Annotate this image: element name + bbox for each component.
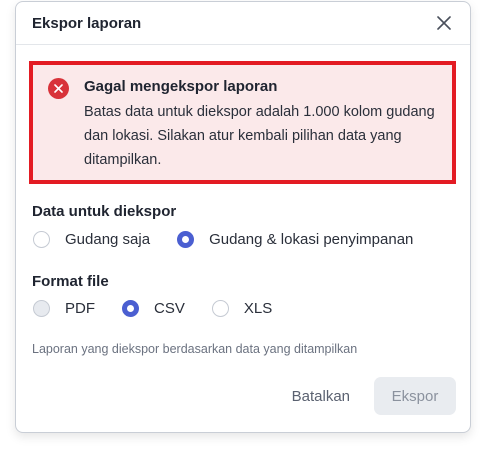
data-radio-group: Gudang saja Gudang & lokasi penyimpanan — [33, 231, 413, 248]
radio-label: Gudang & lokasi penyimpanan — [209, 231, 414, 248]
radio-label: Gudang saja — [65, 231, 151, 248]
radio-option-gudang-lokasi[interactable]: Gudang & lokasi penyimpanan — [177, 231, 413, 248]
alert-body: Gagal mengekspor laporan Batas data untu… — [84, 77, 444, 180]
dialog-header: Ekspor laporan — [16, 2, 470, 45]
radio-button[interactable] — [33, 300, 50, 317]
dialog-footer: Batalkan Ekspor — [292, 377, 456, 415]
dialog-title: Ekspor laporan — [32, 14, 142, 32]
cancel-button[interactable]: Batalkan — [292, 388, 350, 405]
error-x-icon — [48, 78, 69, 99]
format-radio-group: PDF CSV XLS — [33, 300, 272, 317]
error-alert: Gagal mengekspor laporan Batas data untu… — [29, 61, 456, 184]
format-section-label: Format file — [32, 273, 109, 290]
radio-option-gudang-saja[interactable]: Gudang saja — [33, 231, 150, 248]
close-icon[interactable] — [433, 12, 455, 34]
radio-label: CSV — [154, 300, 185, 317]
radio-option-csv[interactable]: CSV — [122, 300, 185, 317]
radio-label: PDF — [65, 300, 95, 317]
radio-button-selected[interactable] — [122, 300, 139, 317]
export-hint: Laporan yang diekspor berdasarkan data y… — [32, 342, 358, 356]
radio-button[interactable] — [211, 300, 229, 317]
radio-option-xls[interactable]: XLS — [211, 300, 273, 317]
radio-button-selected[interactable] — [177, 231, 195, 248]
alert-title: Gagal mengekspor laporan — [84, 78, 278, 95]
export-dialog: Ekspor laporan Gagal mengekspor laporan … — [15, 1, 471, 433]
radio-option-pdf[interactable]: PDF — [33, 300, 95, 317]
radio-button[interactable] — [33, 231, 50, 248]
export-button[interactable]: Ekspor — [374, 377, 456, 415]
data-section-label: Data untuk diekspor — [32, 203, 177, 220]
radio-label: XLS — [243, 300, 273, 317]
alert-message: Batas data untuk diekspor adalah 1.000 k… — [84, 104, 435, 168]
